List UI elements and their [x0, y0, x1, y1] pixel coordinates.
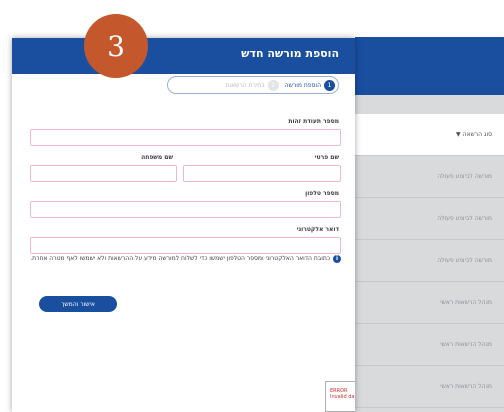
- email-label: דואר אלקטרוני: [296, 226, 339, 233]
- step-select-permissions[interactable]: 2 בחירת הרשאות: [225, 79, 279, 91]
- privacy-notice: iכתובת הדואר האלקטרוני ומספר הטלפון ישמש…: [30, 254, 341, 264]
- stepper: 1 הוספת מורשה 2 בחירת הרשאות: [167, 76, 339, 94]
- first-name-label: שם פרטי: [314, 154, 339, 161]
- top-bar: [0, 0, 504, 36]
- last-name-field[interactable]: [30, 165, 177, 182]
- background-header: [355, 37, 504, 95]
- info-icon: i: [333, 254, 341, 263]
- step-number-badge: 3: [84, 14, 148, 78]
- first-name-field[interactable]: [183, 165, 341, 182]
- step-add-user[interactable]: 1 הוספת מורשה: [284, 79, 335, 91]
- step-label: הוספת מורשה: [284, 81, 321, 89]
- step-number: 1: [324, 79, 335, 91]
- notice-text: כתובת הדואר האלקטרוני ומספר הטלפון ישמשו…: [30, 255, 330, 262]
- list-item[interactable]: מנהל הרשאות ראשי: [355, 324, 504, 366]
- list-item[interactable]: מנהל הרשאות ראשי: [355, 366, 504, 408]
- email-field[interactable]: [30, 237, 341, 254]
- list-item[interactable]: מורשה לביצוע פעולה: [355, 198, 504, 240]
- error-text: Invalid data: [330, 394, 355, 400]
- last-name-label: שם משפחה: [141, 154, 173, 161]
- permission-type-label: סוג הרשאה: [462, 131, 492, 138]
- add-authorized-user-modal: הוספת מורשה חדש 1 הוספת מורשה 2 בחירת הר…: [12, 38, 355, 412]
- id-number-field[interactable]: [30, 129, 341, 146]
- phone-label: מספר טלפון: [305, 190, 339, 197]
- phone-field[interactable]: [30, 201, 341, 218]
- modal-title: הוספת מורשה חדש: [241, 47, 339, 60]
- id-number-label: מספר תעודת זהות: [288, 118, 339, 125]
- list-item[interactable]: מורשה לביצוע פעולה: [355, 156, 504, 198]
- approve-continue-button[interactable]: אישור והמשך: [39, 296, 117, 312]
- step-label: בחירת הרשאות: [225, 81, 265, 89]
- error-toast: ERROR Invalid data: [325, 381, 355, 412]
- permission-type-filter[interactable]: סוג הרשאה ▼: [355, 114, 504, 156]
- list-item[interactable]: מורשה לביצוע פעולה: [355, 240, 504, 282]
- modal-header: הוספת מורשה חדש: [12, 38, 355, 74]
- list-item[interactable]: מנהל הרשאות ראשי: [355, 282, 504, 324]
- chevron-down-icon: ▼: [456, 131, 461, 138]
- step-number: 2: [267, 79, 279, 91]
